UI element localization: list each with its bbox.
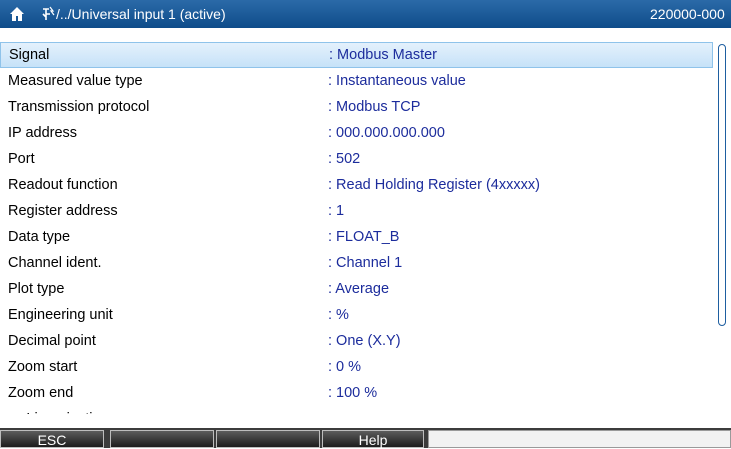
list-item-port[interactable]: Port : 502 [0,146,713,172]
list-item-plot-type[interactable]: Plot type : Average [0,276,713,302]
title-bar: /../Universal input 1 (active) 220000-00… [0,0,731,28]
navigation-path-icon [42,6,55,20]
item-label: Zoom end [8,385,74,401]
item-value: : Average [328,281,390,297]
item-value: : Channel 1 [328,255,403,271]
item-value: : % [328,307,349,323]
list-item-channel-ident[interactable]: Channel ident. : Channel 1 [0,250,713,276]
softkey-bar: ESC Help [0,428,731,448]
list-item-decimal-point[interactable]: Decimal point : One (X.Y) [0,328,713,354]
item-value: : 000.000.000.000 [328,125,445,141]
item-value: : FLOAT_B [328,229,400,245]
home-icon[interactable] [9,6,25,22]
item-label: Register address [8,203,118,219]
list-item-measured-value-type[interactable]: Measured value type : Instantaneous valu… [0,68,713,94]
list-item-transmission-protocol[interactable]: Transmission protocol : Modbus TCP [0,94,713,120]
item-label: Decimal point [8,333,96,349]
item-value: : 0 % [328,359,362,375]
item-value: : One (X.Y) [328,333,401,349]
item-label: IP address [8,125,78,141]
item-value: : 1 [328,203,345,219]
item-value: : Modbus Master [329,47,437,63]
item-label: Channel ident. [8,255,102,271]
item-label: Zoom start [8,359,78,375]
menu-path: /../Universal input 1 (active) [56,6,226,22]
item-label: Signal [9,47,50,63]
list-item-readout-function[interactable]: Readout function : Read Holding Register… [0,172,713,198]
list-item-register-address[interactable]: Register address : 1 [0,198,713,224]
softkey-5-button[interactable] [428,430,731,448]
help-button[interactable]: Help [322,430,424,448]
list-item-ip-address[interactable]: IP address : 000.000.000.000 [0,120,713,146]
softkey-3-button[interactable] [216,430,320,448]
list-item-zoom-end[interactable]: Zoom end : 100 % [0,380,713,406]
list-item-signal[interactable]: Signal : Modbus Master [0,42,713,68]
list-item-data-type[interactable]: Data type : FLOAT_B [0,224,713,250]
list-item-zoom-start[interactable]: Zoom start : 0 % [0,354,713,380]
settings-list: Signal : Modbus Master Measured value ty… [0,42,713,414]
item-label: Transmission protocol [8,99,150,115]
item-value: : 502 [328,151,361,167]
item-value: : 100 % [328,385,378,401]
item-label: Data type [8,229,71,245]
item-label: Readout function [8,177,118,193]
item-label: Measured value type [8,73,143,89]
list-item-engineering-unit[interactable]: Engineering unit : % [0,302,713,328]
item-label: Plot type [8,281,65,297]
softkey-2-button[interactable] [110,430,214,448]
item-value: : Modbus TCP [328,99,421,115]
scrollbar-thumb[interactable] [718,44,726,326]
device-id: 220000-000 [650,6,725,22]
item-label: Engineering unit [8,307,113,323]
list-item-linearization[interactable]: ► Linearization [0,406,713,414]
item-label: ► Linearization [8,406,109,414]
esc-button[interactable]: ESC [0,430,104,448]
item-label: Port [8,151,35,167]
item-value: : Instantaneous value [328,73,466,89]
item-value: : Read Holding Register (4xxxxx) [328,177,540,193]
